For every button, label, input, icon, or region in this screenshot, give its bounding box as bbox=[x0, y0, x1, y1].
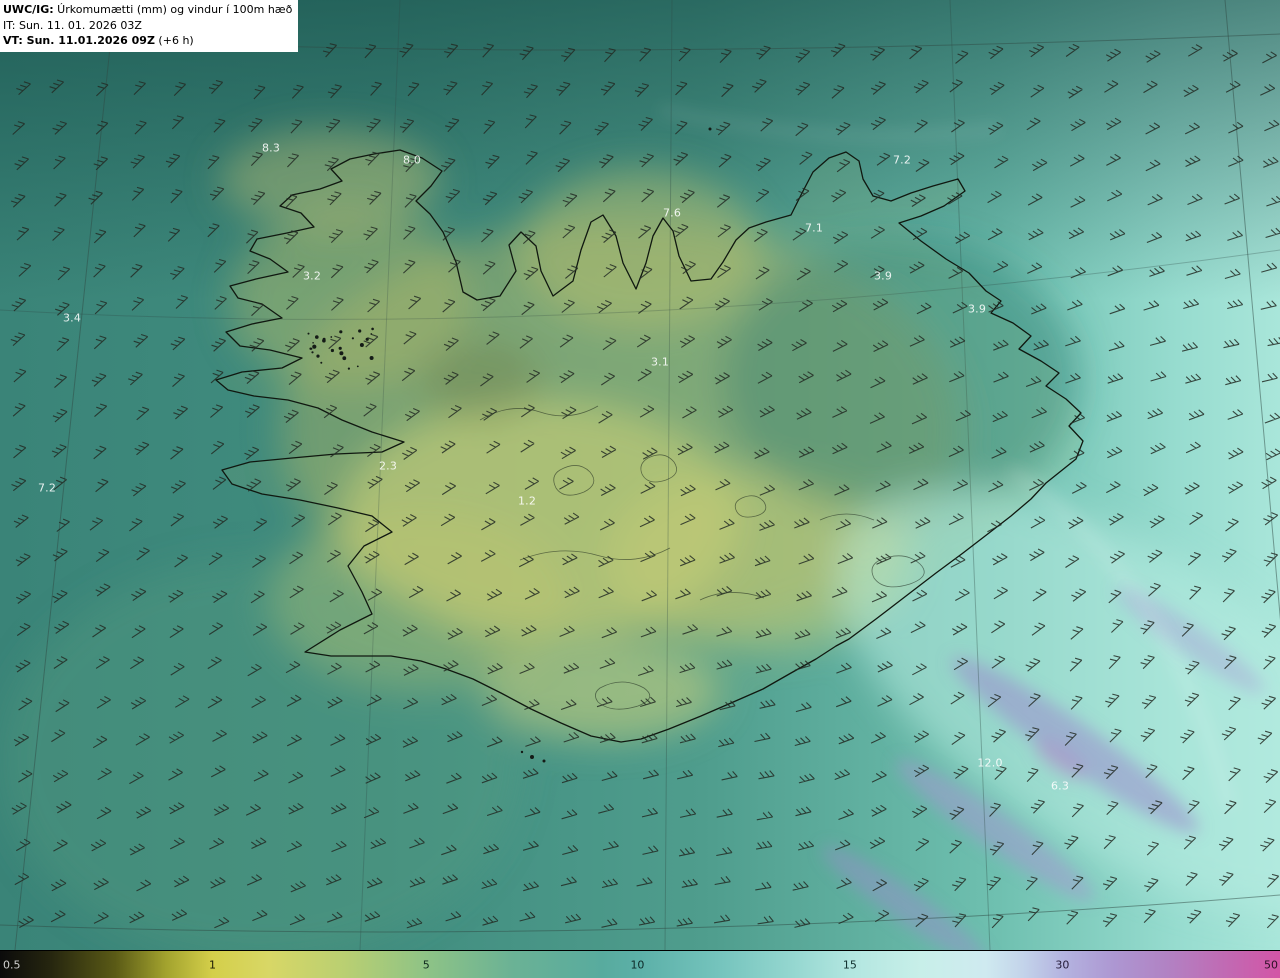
colorbar-tick-30: 30 bbox=[1055, 958, 1070, 971]
title-box: UWC/IG: Úrkomumætti (mm) og vindur í 100… bbox=[0, 0, 299, 52]
forecast-map bbox=[0, 0, 1280, 951]
valid-time: VT: Sun. 11.01.2026 09Z (+6 h) bbox=[3, 34, 194, 48]
colorbar-tick-0.5: 0.5 bbox=[3, 958, 21, 971]
colorbar-tick-10: 10 bbox=[630, 958, 645, 971]
colorbar-tick-50: 50 bbox=[1264, 958, 1279, 971]
colorbar-tick-15: 15 bbox=[842, 958, 857, 971]
colorbar-tick-5: 5 bbox=[422, 958, 430, 971]
chart-title: UWC/IG: Úrkomumætti (mm) og vindur í 100… bbox=[3, 3, 293, 16]
colorbar-tick-1: 1 bbox=[208, 958, 216, 971]
precip-colorbar: 0.5 1 5 10 15 30 50 bbox=[0, 950, 1280, 978]
init-time: IT: Sun. 11. 01. 2026 03Z bbox=[3, 18, 142, 32]
weather-forecast-chart: 8.3 8.0 7.2 7.6 7.1 3.9 3.9 3.2 3.4 3.1 2.3 7.2 1.2 1… bbox=[0, 0, 1280, 978]
